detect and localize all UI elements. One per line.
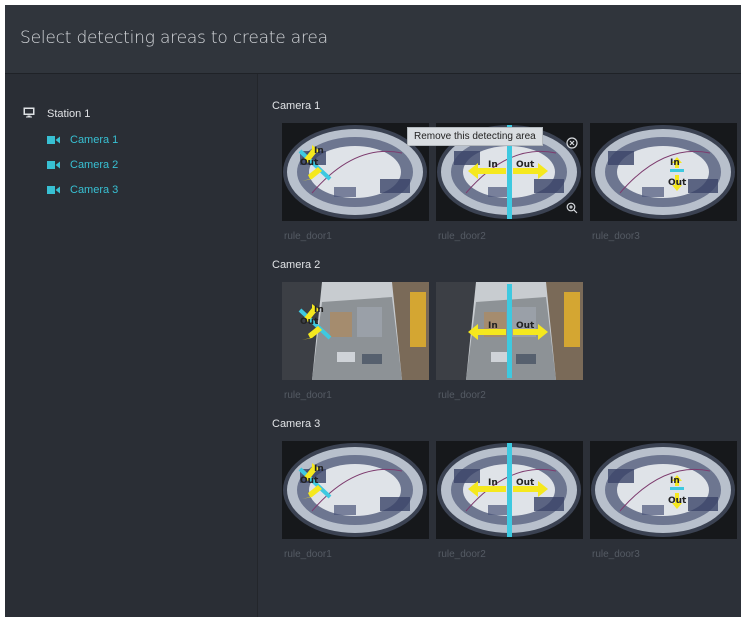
detecting-area-thumbnail[interactable]: In Out bbox=[282, 441, 429, 539]
device-tree: Station 1 Camera 1 Camera 2 Camera 3 bbox=[5, 74, 258, 617]
detecting-area-thumbnail[interactable]: In Out bbox=[590, 123, 737, 221]
rule-label: rule_door2 bbox=[438, 549, 486, 560]
video-camera-icon bbox=[47, 181, 60, 199]
camera-snapshot: In Out bbox=[590, 123, 737, 221]
dialog-title: Select detecting areas to create area bbox=[20, 28, 328, 48]
detecting-area-thumbnail[interactable]: In Out bbox=[436, 282, 583, 380]
svg-text:Out: Out bbox=[516, 160, 535, 170]
rule-label: rule_door2 bbox=[438, 231, 486, 242]
svg-text:In: In bbox=[314, 146, 324, 156]
camera-label: Camera 2 bbox=[70, 159, 119, 171]
camera-snapshot: In Out bbox=[282, 282, 429, 380]
camera-section-title: Camera 2 bbox=[272, 259, 321, 271]
svg-text:In: In bbox=[488, 321, 498, 331]
remove-area-tooltip: Remove this detecting area bbox=[407, 127, 543, 146]
svg-text:Out: Out bbox=[300, 158, 319, 168]
zoom-in-icon[interactable] bbox=[564, 200, 580, 216]
svg-text:In: In bbox=[488, 478, 498, 488]
station-label: Station 1 bbox=[47, 108, 91, 120]
tree-item-camera-1[interactable]: Camera 1 bbox=[47, 131, 118, 149]
camera-snapshot: In Out bbox=[436, 282, 583, 380]
svg-text:In: In bbox=[314, 305, 324, 315]
tree-item-camera-3[interactable]: Camera 3 bbox=[47, 181, 118, 199]
dialog-panel: Select detecting areas to create area St… bbox=[5, 5, 741, 617]
svg-text:In: In bbox=[314, 464, 324, 474]
svg-text:Out: Out bbox=[668, 496, 687, 506]
rule-label: rule_door1 bbox=[284, 231, 332, 242]
camera-section-title: Camera 1 bbox=[272, 100, 321, 112]
rule-label: rule_door1 bbox=[284, 390, 332, 401]
close-circle-icon[interactable] bbox=[564, 135, 580, 151]
svg-text:Out: Out bbox=[300, 476, 319, 486]
detecting-area-list: Camera 1 In Out rule_door1 In Out rule_doo… bbox=[258, 74, 741, 617]
svg-text:In: In bbox=[670, 476, 680, 486]
detecting-area-thumbnail[interactable]: In Out bbox=[436, 441, 583, 539]
svg-text:Out: Out bbox=[300, 317, 319, 327]
rule-label: rule_door1 bbox=[284, 549, 332, 560]
rule-label: rule_door3 bbox=[592, 231, 640, 242]
rule-label: rule_door3 bbox=[592, 549, 640, 560]
svg-text:In: In bbox=[670, 158, 680, 168]
camera-snapshot: In Out bbox=[590, 441, 737, 539]
rule-label: rule_door2 bbox=[438, 390, 486, 401]
tree-item-station[interactable]: Station 1 bbox=[23, 105, 90, 123]
detecting-area-thumbnail[interactable]: In Out bbox=[590, 441, 737, 539]
svg-text:Out: Out bbox=[516, 321, 535, 331]
camera-section-title: Camera 3 bbox=[272, 418, 321, 430]
monitor-icon bbox=[23, 105, 35, 123]
svg-text:In: In bbox=[488, 160, 498, 170]
camera-snapshot: In Out bbox=[282, 441, 429, 539]
camera-snapshot: In Out bbox=[436, 441, 583, 539]
svg-text:Out: Out bbox=[516, 478, 535, 488]
dialog-header: Select detecting areas to create area bbox=[5, 5, 741, 74]
svg-text:Out: Out bbox=[668, 178, 687, 188]
camera-label: Camera 3 bbox=[70, 184, 119, 196]
video-camera-icon bbox=[47, 156, 60, 174]
tree-item-camera-2[interactable]: Camera 2 bbox=[47, 156, 118, 174]
video-camera-icon bbox=[47, 131, 60, 149]
detecting-area-thumbnail[interactable]: In Out bbox=[282, 282, 429, 380]
camera-label: Camera 1 bbox=[70, 134, 119, 146]
